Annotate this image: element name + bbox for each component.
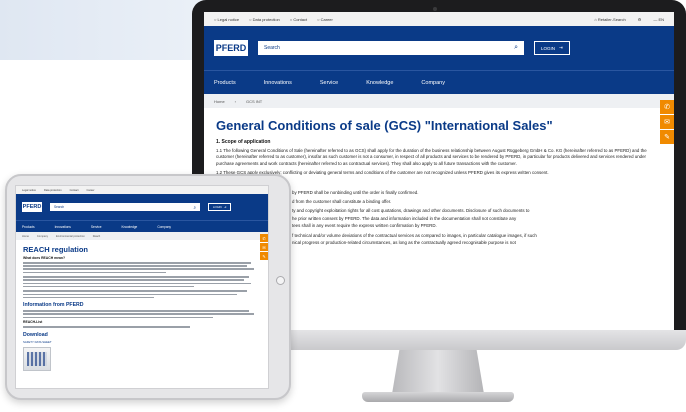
pferd-logo[interactable]: PFERD (214, 40, 248, 56)
text-line (23, 326, 190, 328)
breadcrumb-separator: › (234, 98, 237, 104)
tablet-header: PFERD Search ⌕ LOGIN ⇥ (16, 194, 268, 220)
tablet-home-button[interactable] (276, 276, 285, 285)
tablet-screen: Legal notice Data protection Contact Car… (15, 185, 269, 389)
sidebar-chat-icon[interactable]: ✎ (660, 130, 674, 144)
tablet-breadcrumb: Home Company Environmental protection Re… (16, 232, 268, 240)
tablet-utility-link-contact[interactable]: Contact (70, 189, 79, 192)
tablet-nav-item-company[interactable]: Company (157, 225, 171, 229)
sidebar-phone-icon[interactable]: ✆ (660, 100, 674, 114)
tablet-utility-link-career[interactable]: Career (87, 189, 95, 192)
retailer-search-link[interactable]: ⌂ Retailer-Search (594, 17, 625, 22)
text-line (23, 279, 245, 281)
text-line (23, 262, 252, 264)
tablet-pferd-logo[interactable]: PFERD (22, 202, 42, 212)
nav-item-knowledge[interactable]: Knowledge (366, 80, 393, 86)
text-line (23, 310, 250, 312)
camera-dot (433, 7, 437, 11)
text-line (23, 316, 214, 319)
site-header: PFERD Search ⌕ LOGIN ⇥ (204, 26, 674, 70)
tablet-sidebar-phone-icon[interactable]: ✆ (260, 234, 268, 242)
tablet-reach-list-label: REACH-List (23, 320, 43, 325)
search-placeholder: Search (264, 45, 280, 51)
text-line (23, 282, 252, 285)
tablet-nav-item-service[interactable]: Service (91, 225, 102, 229)
tablet-breadcrumb-home[interactable]: Home (22, 235, 29, 238)
marketing-mockup: ○ Legal notice ○ Data protection ○ Conta… (0, 0, 686, 412)
tablet-search-icon[interactable]: ⌕ (193, 205, 196, 210)
download-thumbnail[interactable] (23, 346, 51, 371)
text-line (23, 290, 247, 292)
text-line (23, 296, 154, 299)
text-line (23, 285, 195, 288)
tablet-nav-item-knowledge[interactable]: Knowledge (122, 225, 138, 229)
utility-link-privacy[interactable]: ○ Data protection (249, 17, 280, 22)
monitor-stand (392, 350, 484, 394)
breadcrumb-current: GCS INT (246, 98, 263, 104)
tablet-nav-item-products[interactable]: Products (22, 225, 35, 229)
text-line (23, 271, 166, 274)
breadcrumb: Home › GCS INT (204, 94, 674, 108)
login-icon: ⇥ (559, 45, 563, 50)
nav-item-products[interactable]: Products (214, 80, 236, 86)
text-line (23, 276, 250, 278)
tablet-sidebar-chat-icon[interactable]: ✎ (260, 252, 268, 260)
tablet-login-button[interactable]: LOGIN ⇥ (208, 203, 232, 211)
tablet-breadcrumb-environment[interactable]: Environmental protection (56, 235, 85, 238)
nav-item-service[interactable]: Service (320, 80, 338, 86)
tablet-breadcrumb-company[interactable]: Company (37, 235, 48, 238)
page-title: General Conditions of sale (GCS) "Intern… (216, 118, 553, 133)
tablet-login-label: LOGIN (213, 205, 222, 209)
settings-icon[interactable]: ⚙ (638, 17, 642, 22)
utility-link-career[interactable]: ○ Career (317, 17, 333, 22)
tablet-page-content: REACH regulation What does REACH mean? I… (16, 240, 268, 371)
tablet-utility-link-privacy[interactable]: Data protection (44, 189, 62, 192)
breadcrumb-home[interactable]: Home (214, 99, 225, 104)
language-selector[interactable]: — EN (653, 17, 664, 22)
tablet-main-nav: Products Innovations Service Knowledge C… (16, 220, 268, 232)
tablet-utility-link-legal[interactable]: Legal notice (22, 189, 36, 192)
tablet-download-link[interactable]: SAFETY DATA SHEET (23, 340, 261, 344)
login-button[interactable]: LOGIN ⇥ (534, 41, 570, 55)
text-line (23, 265, 247, 267)
tablet-download-title: Download (23, 331, 48, 338)
sidebar-mail-icon[interactable]: ✉ (660, 115, 674, 129)
nav-item-innovations[interactable]: Innovations (264, 80, 292, 86)
search-icon[interactable]: ⌕ (514, 44, 518, 52)
utility-link-legal[interactable]: ○ Legal notice (214, 17, 239, 22)
main-nav: Products Innovations Service Knowledge C… (204, 70, 674, 94)
text-line (23, 313, 254, 316)
tablet-search-input[interactable]: Search ⌕ (50, 203, 200, 211)
text-line (23, 268, 254, 270)
utility-bar: ○ Legal notice ○ Data protection ○ Conta… (204, 12, 674, 26)
tablet-login-icon: ⇥ (223, 205, 227, 209)
paragraph-1-1: 1.1 The following General Conditions of … (216, 148, 647, 166)
tablet-utility-bar: Legal notice Data protection Contact Car… (16, 186, 268, 194)
search-input[interactable]: Search ⌕ (258, 41, 524, 55)
tablet-breadcrumb-current: Reach (92, 234, 101, 238)
nav-item-company[interactable]: Company (421, 80, 445, 86)
monitor-stand-base (362, 392, 514, 402)
login-label: LOGIN (541, 45, 556, 51)
tablet-section-title: Information from PFERD (23, 302, 84, 309)
tablet-subheading: What does REACH mean? (23, 256, 66, 260)
tablet-sidebar-mail-icon[interactable]: ✉ (260, 243, 268, 251)
tablet-device: Legal notice Data protection Contact Car… (5, 174, 291, 400)
tablet-search-placeholder: Search (54, 205, 65, 209)
section-heading-scope: 1. Scope of application (216, 139, 271, 145)
text-line (23, 293, 238, 296)
utility-link-contact[interactable]: ○ Contact (290, 17, 307, 22)
tablet-page-title: REACH regulation (23, 245, 89, 254)
tablet-nav-item-innovations[interactable]: Innovations (55, 225, 71, 229)
